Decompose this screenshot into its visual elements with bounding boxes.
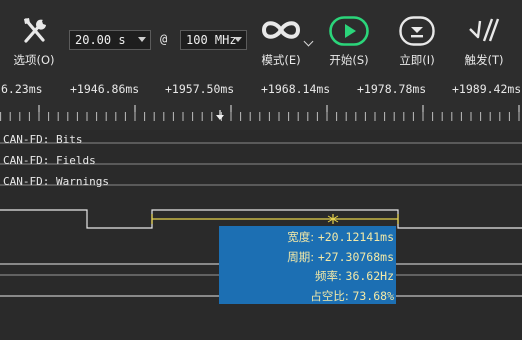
period-value: +27.30768ms [317,250,394,264]
infinity-icon [261,21,301,39]
channel-label-fields[interactable]: CAN-FD: Fields [3,154,96,167]
download-icon [399,16,435,46]
position-marker-icon[interactable] [216,115,224,120]
trigger-button[interactable]: 触发(T) [456,0,512,74]
toolbar: 选项(O) 20.00 s @ 100 MHz 模式(E) 开始(S) 立即(I… [0,0,522,74]
options-label: 选项(O) [13,53,55,67]
width-row: 宽度: +20.12141ms [287,229,394,245]
mode-label: 模式(E) [261,53,301,67]
measurement-tooltip: 宽度: +20.12141ms 周期: +27.30768ms 频率: 36.6… [219,226,396,304]
immediate-label: 立即(I) [399,53,435,67]
at-label: @ [160,32,168,46]
sample-rate-value: 100 MHz [186,33,237,47]
width-value: +20.12141ms [317,230,394,244]
start-button[interactable]: 开始(S) [320,0,378,74]
immediate-button[interactable]: 立即(I) [388,0,446,74]
duty-key: 占空比: [310,289,353,303]
chevron-down-icon [138,37,146,42]
frequency-row: 频率: 36.62Hz [315,268,394,284]
trigger-label: 触发(T) [464,53,504,67]
duty-value: 73.68% [352,289,394,303]
sample-rate-select[interactable]: 100 MHz [180,30,247,50]
mode-button[interactable]: 模式(E) [252,0,310,74]
chevron-down-icon [234,37,242,42]
options-button[interactable]: 选项(O) [6,0,62,74]
play-icon [329,16,369,46]
period-row: 周期: +27.30768ms [287,249,394,265]
width-key: 宽度: [287,230,318,244]
trigger-icon [469,18,500,42]
wrench-screwdriver-icon [24,18,46,43]
frequency-key: 频率: [315,269,346,283]
ruler-ticks [0,105,520,121]
channel-label-warnings[interactable]: CAN-FD: Warnings [3,175,109,188]
channel-label-bits[interactable]: CAN-FD: Bits [3,133,82,146]
frequency-value: 36.62Hz [345,269,394,283]
duration-select[interactable]: 20.00 s [69,30,151,50]
start-label: 开始(S) [329,53,369,67]
logic-analyzer-window: 选项(O) 20.00 s @ 100 MHz 模式(E) 开始(S) 立即(I… [0,0,522,340]
duty-row: 占空比: 73.68% [310,288,394,304]
time-ruler[interactable]: 6.23ms +1946.86ms +1957.50ms +1968.14ms … [0,74,522,130]
duration-value: 20.00 s [75,33,126,47]
period-key: 周期: [287,250,318,264]
